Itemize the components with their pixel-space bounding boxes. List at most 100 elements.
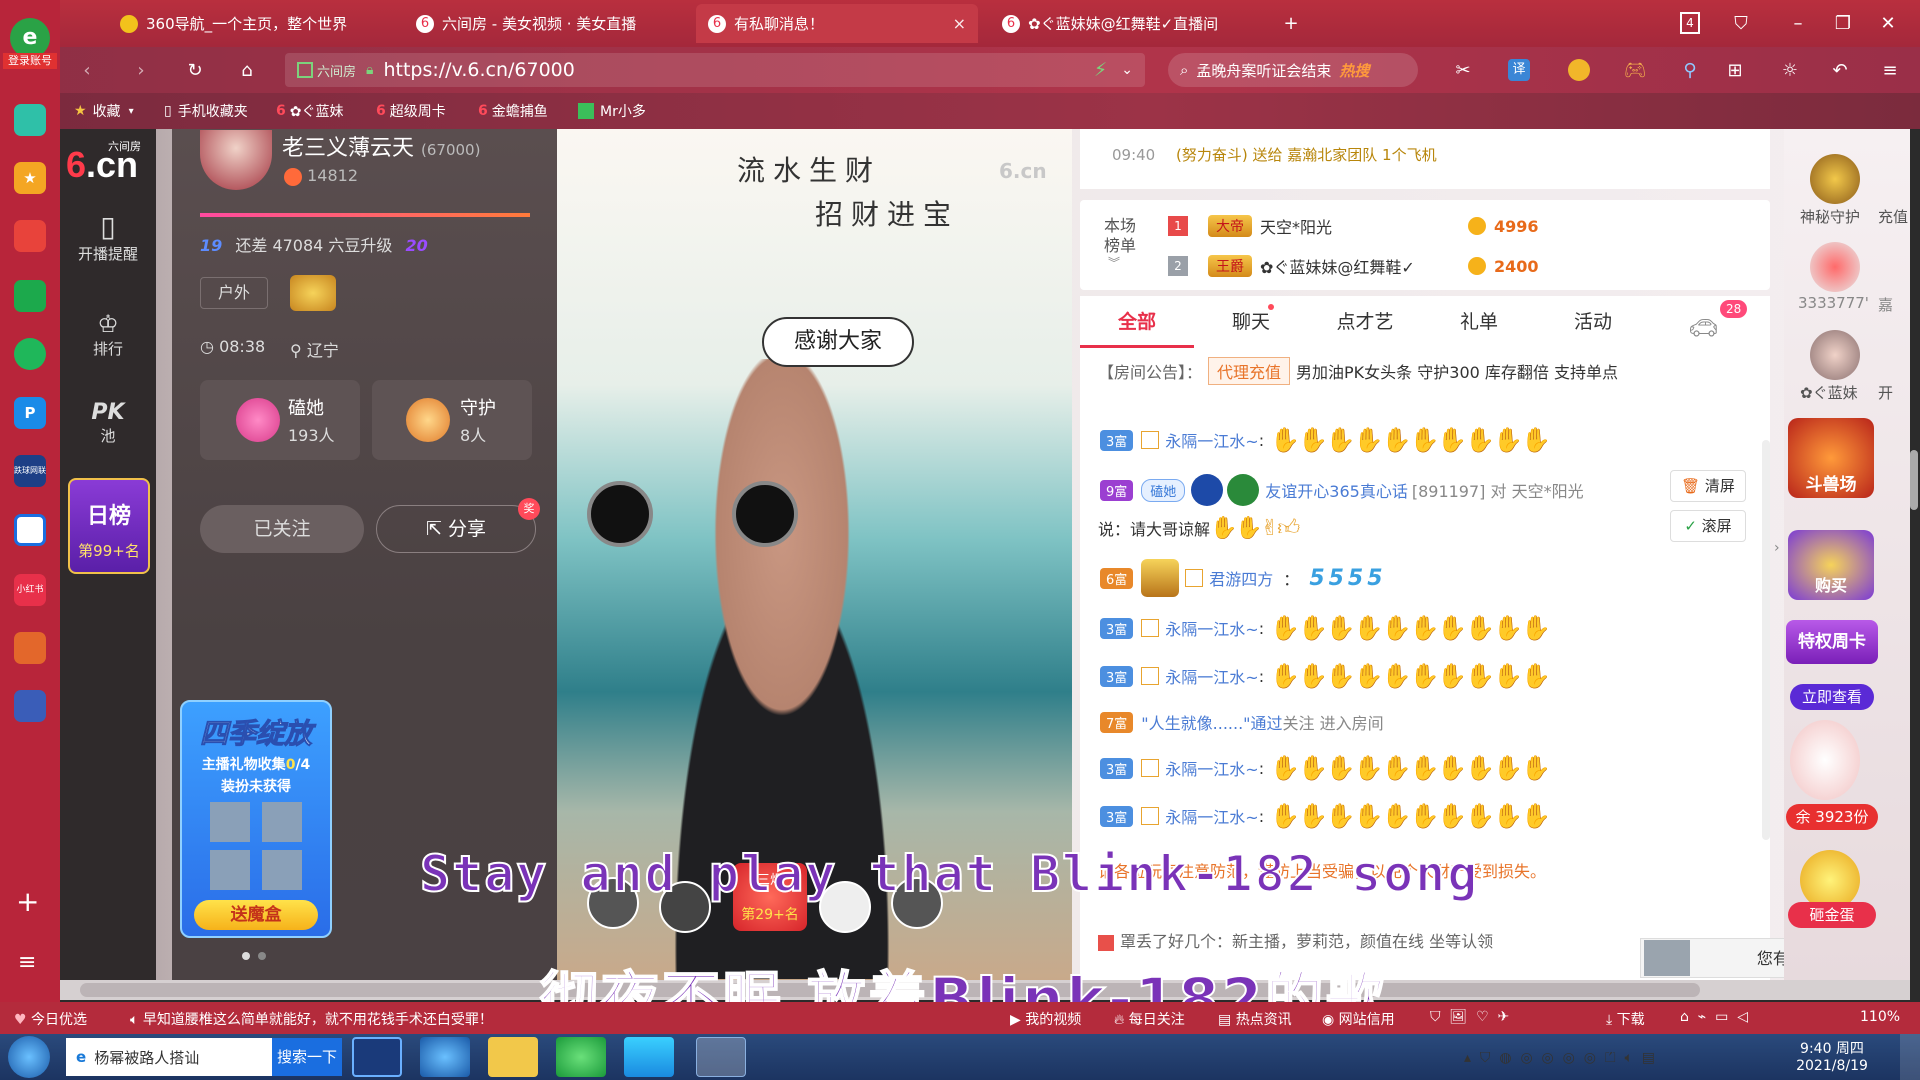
search-box[interactable]: ⌕ 孟晚舟案听证会结束 热搜 [1168, 53, 1418, 87]
fav-collect[interactable]: ★ 收藏 ▾ [74, 98, 134, 124]
minimize-icon[interactable]: – [1783, 8, 1813, 38]
lucky-cat-icon[interactable] [1790, 720, 1860, 800]
zoom-search-icon[interactable]: ⚲ [1675, 55, 1705, 85]
privilege-card-promo[interactable]: 特权周卡 [1786, 620, 1878, 664]
tag-outdoor[interactable]: 户外 [200, 277, 268, 309]
dropdown-icon[interactable]: ⌄ [1121, 62, 1133, 78]
tab-count-icon[interactable]: 4 [1680, 12, 1700, 34]
leaderboard-expand-icon[interactable]: ︾ [1108, 254, 1120, 271]
tab-talent[interactable]: 点才艺 [1308, 296, 1422, 348]
forward-icon[interactable]: › [126, 55, 156, 85]
p-icon[interactable]: P [14, 397, 46, 429]
trophy-icon[interactable] [290, 275, 336, 311]
back-icon[interactable]: ‹ [72, 55, 102, 85]
translate-icon[interactable]: 译 [1508, 59, 1530, 81]
nav-remind[interactable]: ▯ 开播提醒 [60, 210, 156, 264]
star-icon[interactable]: ★ [14, 162, 46, 194]
game-icon[interactable] [14, 632, 46, 664]
message-icon[interactable] [14, 104, 46, 136]
leaderboard-row[interactable]: 1 大帝 天空*阳光 4996 [1168, 212, 1539, 240]
status-site-credit[interactable]: ◉ 网站信用 [1322, 1009, 1395, 1029]
guard-avatar[interactable] [1810, 154, 1860, 204]
golden-egg-icon[interactable] [1800, 850, 1860, 910]
lightning-icon[interactable]: ⚡︎ [1094, 59, 1107, 81]
scissors-icon[interactable]: ✂ [1448, 55, 1478, 85]
send-box-button[interactable]: 送魔盒 [194, 900, 318, 930]
site-logo[interactable]: 六间房 6.cn [64, 136, 152, 185]
guard-avatar[interactable] [1810, 330, 1860, 380]
ie-taskbar-icon[interactable] [420, 1037, 470, 1077]
sidebar-collapse-icon[interactable]: › [1774, 540, 1780, 556]
scroll-lock-button[interactable]: ✓ 滚屏 [1670, 510, 1746, 542]
stat-guard[interactable]: 守护 8人 [372, 380, 532, 460]
undo-icon[interactable]: ↶ [1825, 55, 1855, 85]
tab-livestream[interactable]: 6 ✿ぐ蓝妹妹@红舞鞋✓直播间 [990, 4, 1260, 43]
menu-icon[interactable]: ≡ [1875, 55, 1905, 85]
fav-mobile[interactable]: ▯ 手机收藏夹 [164, 98, 248, 124]
follow-button[interactable]: 已关注 [200, 505, 364, 553]
status-today[interactable]: ♥ 今日优选 [14, 1009, 87, 1029]
status-download[interactable]: ⤓ 下载 [1606, 1009, 1645, 1029]
close-window-icon[interactable]: ✕ [1873, 8, 1903, 38]
taskbar-search-button[interactable]: 搜索一下 [272, 1038, 342, 1076]
arena-promo[interactable]: 斗兽场 [1788, 418, 1874, 498]
tray-icons[interactable]: ▴ ⛉ ◍ ◎ ◎ ◎ ◎ ⏍ 🔈︎ ▤ [1464, 1050, 1655, 1066]
url-field[interactable]: 六间房 🔒︎ https://v.6.cn/67000 ⚡︎ ⌄ [285, 53, 1145, 87]
view-now-button[interactable]: 立即查看 [1790, 684, 1874, 710]
news-icon[interactable]: 跌球网联 [14, 455, 46, 487]
tab-360[interactable]: 360导航_一个主页，整个世界 [108, 4, 396, 43]
fav-jinchan[interactable]: 6 金蟾捕鱼 [478, 98, 548, 124]
login-link[interactable]: 登录账号 [3, 53, 57, 69]
gamepad-icon[interactable]: 🎮︎ [1620, 55, 1650, 85]
skin-icon[interactable]: ⛉ [1726, 8, 1756, 38]
brightness-icon[interactable]: ☼ [1775, 55, 1805, 85]
home-icon[interactable]: ⌂ [232, 55, 262, 85]
status-tool-icons[interactable]: ⌂ ⌁ ▭ ◁ [1680, 1009, 1748, 1025]
tab-gifts[interactable]: 礼单 [1422, 296, 1536, 348]
status-daily-focus[interactable]: 🔥︎ 每日关注 [1114, 1009, 1185, 1029]
link-icon[interactable] [14, 338, 46, 370]
xiaohongshu-icon[interactable]: 小红书 [14, 574, 46, 606]
apps-icon[interactable]: ⊞ [1720, 55, 1750, 85]
tab-all[interactable]: 全部 [1080, 296, 1194, 348]
restore-icon[interactable]: ❐ [1828, 8, 1858, 38]
tab-activity[interactable]: 活动 [1536, 296, 1650, 348]
fav-lanmei[interactable]: 6 ✿ぐ蓝妹 [276, 98, 343, 124]
page-scrollbar[interactable] [1910, 450, 1918, 510]
promo-card[interactable]: 四季绽放 主播礼物收集0/4 装扮未获得 送魔盒 [180, 700, 332, 938]
mail-icon[interactable] [14, 280, 46, 312]
game2-icon[interactable] [14, 690, 46, 722]
folder-icon[interactable] [488, 1037, 538, 1077]
taskbar-search-field[interactable]: e 杨幂被路人搭讪 [66, 1038, 272, 1076]
daily-rank-badge[interactable]: 日榜 第99+名 [68, 478, 150, 574]
fav-supercard[interactable]: 6 超级周卡 [376, 98, 446, 124]
agent-recharge-button[interactable]: 代理充值 [1208, 357, 1291, 385]
carousel-dot[interactable] [242, 952, 250, 960]
chat-scrollbar[interactable] [1762, 440, 1770, 840]
360-browser-taskbar-icon[interactable] [556, 1037, 606, 1077]
tab-chat[interactable]: 聊天 [1194, 296, 1308, 348]
clock[interactable]: 9:40 周四 2021/8/19 [1792, 1038, 1872, 1074]
close-tab-icon[interactable]: × [943, 14, 966, 33]
video-player-icon[interactable] [624, 1037, 674, 1077]
status-hot-news[interactable]: ▤ 热点资讯 [1218, 1009, 1292, 1029]
start-button[interactable] [8, 1036, 50, 1078]
leaderboard-row[interactable]: 2 王爵 ✿ぐ蓝妹妹@红舞鞋✓ 2400 [1168, 252, 1539, 280]
stat-keta[interactable]: 磕她 193人 [200, 380, 360, 460]
zoom-level[interactable]: 110% [1860, 1009, 1900, 1025]
car-icon[interactable]: 🚗︎ [1688, 314, 1718, 342]
active-app-icon[interactable] [696, 1037, 746, 1077]
smash-egg-button[interactable]: 砸金蛋 [1788, 902, 1876, 928]
k-app-icon[interactable] [352, 1037, 402, 1077]
doc-icon[interactable] [14, 514, 46, 546]
tab-6cn[interactable]: 6 六间房 - 美女视频 · 美女直播 [404, 4, 690, 43]
status-my-video[interactable]: ▶ 我的视频 [1010, 1009, 1081, 1029]
nav-rank[interactable]: ♔ 排行 [60, 310, 156, 359]
tab-private-message[interactable]: 6 有私聊消息！ × [696, 4, 978, 43]
clear-screen-button[interactable]: 🗑︎ 清屏 [1670, 470, 1746, 502]
show-desktop-button[interactable] [1900, 1034, 1920, 1080]
fav-mrxiaoduo[interactable]: Mr小多 [578, 98, 646, 124]
buy-promo[interactable]: 购买 [1788, 530, 1874, 600]
nav-pk[interactable]: PK 池 [60, 400, 156, 446]
status-news[interactable]: 🔈︎ 早知道腰椎这么简单就能好，就不用花钱手术还白受罪！ [130, 1009, 493, 1029]
